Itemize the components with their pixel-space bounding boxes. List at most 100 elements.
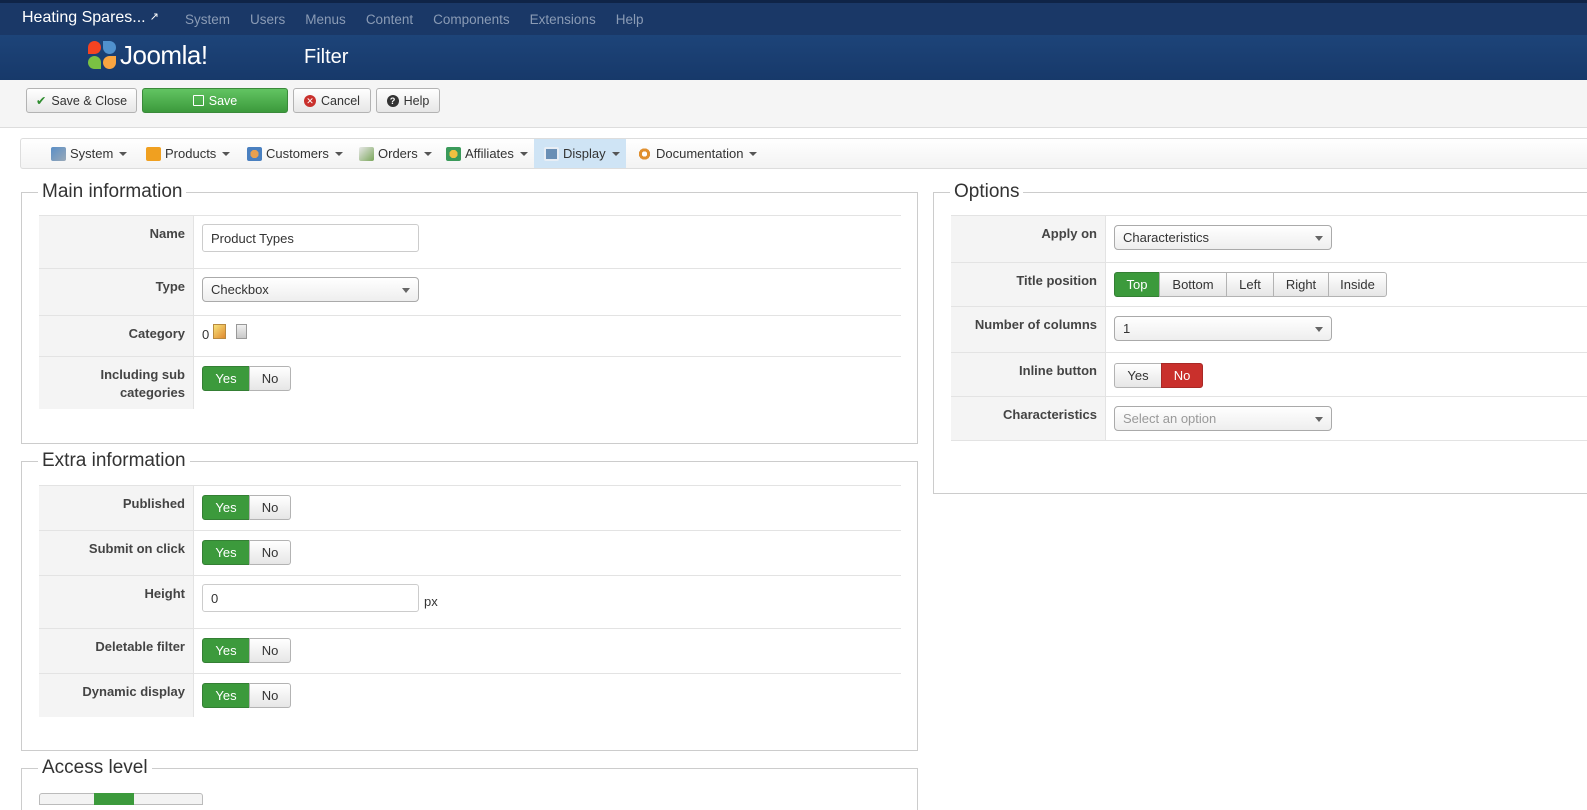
top-menu-help[interactable]: Help	[616, 12, 644, 27]
title-position-inside-button[interactable]: Inside	[1328, 272, 1387, 297]
save-button[interactable]: Save	[142, 88, 288, 113]
type-select-value: Checkbox	[211, 282, 269, 297]
submit-on-click-value-cell: Yes No	[202, 531, 901, 575]
menu-documentation-label: Documentation	[656, 146, 744, 161]
cancel-button[interactable]: ✕ Cancel	[293, 88, 371, 113]
caret-down-icon	[119, 151, 128, 156]
inline-button-value-cell: Yes No	[1114, 353, 1587, 396]
published-toggle: Yes No	[202, 495, 291, 520]
subcategories-value-cell: Yes No	[202, 357, 901, 409]
menu-orders[interactable]: Orders	[359, 139, 432, 168]
submit-on-click-yes-button[interactable]: Yes	[202, 540, 250, 565]
submit-on-click-no-button[interactable]: No	[249, 540, 291, 565]
subcategories-toggle: Yes No	[202, 366, 291, 391]
menu-display[interactable]: Display	[534, 139, 626, 168]
menu-products[interactable]: Products	[146, 139, 231, 168]
name-row: Name Product Types	[39, 215, 901, 268]
published-label: Published	[39, 486, 194, 530]
title-position-left-button[interactable]: Left	[1226, 272, 1274, 297]
inline-button-no-button[interactable]: No	[1161, 363, 1203, 388]
access-level-control[interactable]	[39, 793, 203, 805]
menu-customers-label: Customers	[266, 146, 329, 161]
dynamic-display-row: Dynamic display Yes No	[39, 673, 901, 717]
affiliates-icon	[446, 146, 461, 161]
title-position-bottom-button[interactable]: Bottom	[1159, 272, 1227, 297]
apply-on-row: Apply on Characteristics	[951, 215, 1587, 262]
type-select[interactable]: Checkbox	[202, 277, 419, 302]
height-value-cell: 0 px	[202, 576, 901, 628]
deletable-filter-yes-button[interactable]: Yes	[202, 638, 250, 663]
menu-customers[interactable]: Customers	[247, 139, 343, 168]
orders-icon	[359, 146, 374, 161]
display-icon	[544, 146, 559, 161]
menu-display-label: Display	[563, 146, 606, 161]
delete-category-icon[interactable]	[236, 324, 247, 339]
menu-documentation[interactable]: Documentation	[637, 139, 758, 168]
options-legend: Options	[950, 181, 1024, 203]
site-link[interactable]: Heating Spares... ↗	[22, 9, 159, 27]
type-value-cell: Checkbox	[202, 269, 901, 315]
top-menu-users[interactable]: Users	[250, 12, 285, 27]
dynamic-display-value-cell: Yes No	[202, 674, 901, 717]
dynamic-display-toggle: Yes No	[202, 683, 291, 708]
access-level-legend: Access level	[38, 757, 152, 779]
extra-information-legend: Extra information	[38, 450, 190, 472]
caret-down-icon	[749, 151, 758, 156]
height-row: Height 0 px	[39, 575, 901, 628]
extra-information-fieldset: Extra information Published Yes No Submi…	[21, 450, 918, 751]
columns-select-value: 1	[1123, 321, 1131, 336]
external-link-icon: ↗	[149, 11, 159, 23]
characteristics-placeholder: Select an option	[1123, 411, 1217, 426]
deletable-filter-no-button[interactable]: No	[249, 638, 291, 663]
inline-button-toggle: Yes No	[1114, 363, 1203, 388]
save-close-button[interactable]: ✔ Save & Close	[26, 88, 137, 113]
subcategories-yes-button[interactable]: Yes	[202, 366, 250, 391]
category-value-cell: 0	[202, 316, 901, 356]
top-menu-content[interactable]: Content	[366, 12, 413, 27]
dynamic-display-yes-button[interactable]: Yes	[202, 683, 250, 708]
joomla-logo[interactable]: Joomla!	[86, 39, 208, 71]
apply-on-value-cell: Characteristics	[1114, 216, 1587, 262]
customers-icon	[247, 146, 262, 161]
menu-affiliates[interactable]: Affiliates	[446, 139, 528, 168]
name-input[interactable]: Product Types	[202, 224, 419, 252]
category-row: Category 0	[39, 315, 901, 356]
help-label: Help	[403, 93, 430, 108]
top-menu-extensions[interactable]: Extensions	[530, 12, 596, 27]
subcategories-no-button[interactable]: No	[249, 366, 291, 391]
name-value-cell: Product Types	[202, 216, 901, 268]
top-menu-components[interactable]: Components	[433, 12, 510, 27]
access-level-selected	[94, 793, 134, 805]
height-input[interactable]: 0	[202, 584, 419, 612]
title-position-group: Top Bottom Left Right Inside	[1114, 272, 1387, 297]
columns-select[interactable]: 1	[1114, 316, 1332, 341]
height-label: Height	[39, 576, 194, 628]
edit-category-icon[interactable]	[213, 324, 226, 339]
documentation-icon	[637, 146, 652, 161]
dynamic-display-no-button[interactable]: No	[249, 683, 291, 708]
type-label: Type	[39, 269, 194, 315]
dynamic-display-label: Dynamic display	[39, 674, 194, 717]
title-position-right-button[interactable]: Right	[1273, 272, 1329, 297]
top-menu-menus[interactable]: Menus	[305, 12, 346, 27]
toolbar: ✔ Save & Close Save ✕ Cancel ? Help	[0, 80, 1587, 128]
deletable-filter-label: Deletable filter	[39, 629, 194, 673]
published-yes-button[interactable]: Yes	[202, 495, 250, 520]
help-button[interactable]: ? Help	[376, 88, 440, 113]
main-information-legend: Main information	[38, 181, 187, 203]
title-position-top-button[interactable]: Top	[1114, 272, 1160, 297]
top-navbar: Heating Spares... ↗ System Users Menus Co…	[0, 0, 1587, 35]
caret-down-icon	[519, 151, 528, 156]
inline-button-yes-button[interactable]: Yes	[1114, 363, 1162, 388]
save-close-label: Save & Close	[51, 93, 128, 108]
characteristics-select[interactable]: Select an option	[1114, 406, 1332, 431]
menu-system[interactable]: System	[51, 139, 128, 168]
top-menu-system[interactable]: System	[185, 12, 230, 27]
save-label: Save	[208, 93, 238, 108]
dropdown-arrow-icon	[402, 288, 410, 293]
published-no-button[interactable]: No	[249, 495, 291, 520]
logo-text: Joomla!	[120, 39, 208, 70]
help-icon: ?	[386, 94, 399, 107]
submit-on-click-toggle: Yes No	[202, 540, 291, 565]
apply-on-select[interactable]: Characteristics	[1114, 225, 1332, 250]
